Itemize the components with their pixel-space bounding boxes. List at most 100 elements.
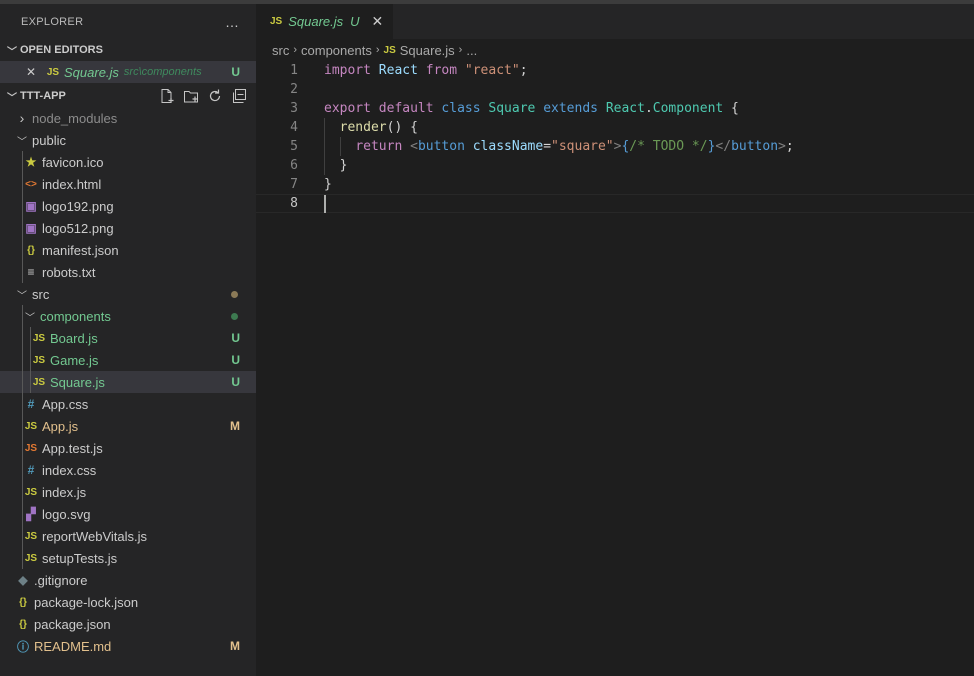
breadcrumb-file[interactable]: Square.js [400, 43, 455, 58]
code-token: Square [488, 101, 536, 116]
tree-item-label: manifest.json [42, 242, 119, 258]
git-modified-badge: M [230, 639, 240, 653]
tab-square-js[interactable]: JS Square.js U ✕ [256, 4, 394, 39]
tree-file[interactable]: JS Game.js U [0, 349, 256, 371]
tree-item-label: index.css [42, 462, 97, 478]
chevron-right-icon: › [458, 44, 463, 56]
tree-item-label: App.test.js [42, 440, 103, 456]
tree-folder[interactable]: ﹀ public [0, 129, 256, 151]
more-actions-icon[interactable]: … [225, 14, 240, 30]
open-editor-item[interactable]: ✕ JS Square.js src\components U [0, 61, 256, 83]
tree-file[interactable]: JS App.js M [0, 415, 256, 437]
chevron-down-icon: ﹀ [7, 92, 17, 104]
chevron-down-icon: ﹀ [25, 312, 35, 324]
open-editors-header[interactable]: ﹀ OPEN EDITORS [0, 39, 256, 61]
project-header[interactable]: ﹀ TTT-APP [0, 85, 256, 107]
git-untracked-badge: U [231, 331, 240, 345]
indent-guide [324, 118, 325, 175]
tree-file[interactable]: ▣ logo192.png [0, 195, 256, 217]
indent-guide [22, 151, 23, 173]
indent-guide [30, 349, 31, 371]
line-number: 2 [290, 82, 298, 97]
file-type-icon: ⓘ [16, 639, 29, 654]
tree-item-label: logo192.png [42, 198, 114, 214]
tab-bar: JS Square.js U ✕ [256, 4, 974, 39]
tree-file[interactable]: JS setupTests.js [0, 547, 256, 569]
tree-item-label: Game.js [50, 352, 99, 368]
collapse-all-icon[interactable] [230, 88, 248, 104]
code-token: = [543, 139, 552, 154]
tree-item-label: logo.svg [42, 506, 91, 522]
refresh-icon[interactable] [206, 88, 224, 104]
open-editor-name: Square.js [64, 64, 119, 80]
git-change-dot [231, 312, 238, 320]
code-token: </ [715, 139, 732, 154]
tree-folder[interactable]: ﹀ components [0, 305, 256, 327]
tree-item-label: Square.js [50, 374, 105, 390]
indent-guide [30, 371, 31, 393]
tree-file[interactable]: JS reportWebVitals.js [0, 525, 256, 547]
code-line: 2 [256, 80, 974, 99]
code-editor[interactable]: 1 import React from "react"; 2 3 export defa… [256, 61, 974, 213]
file-type-icon: {} [27, 244, 35, 256]
tree-file[interactable]: <> index.html [0, 173, 256, 195]
indent-guide [22, 239, 23, 261]
code-line: 6 } [256, 156, 974, 175]
chevron-right-icon: › [19, 110, 25, 126]
file-type-icon: # [27, 397, 35, 411]
tree-file[interactable]: JS index.js [0, 481, 256, 503]
new-folder-icon[interactable] [182, 88, 200, 104]
tree-file[interactable]: JS Square.js U [0, 371, 256, 393]
indent-guide [340, 137, 341, 156]
file-type-icon: JS [24, 530, 38, 542]
close-icon[interactable]: ✕ [372, 13, 384, 30]
breadcrumb-components[interactable]: components [301, 43, 372, 58]
tree-item-label: logo512.png [42, 220, 114, 236]
file-type-icon: JS [32, 354, 46, 366]
indent-guide [30, 327, 31, 349]
line-text: return <button className="square">{/* TO… [324, 137, 793, 156]
tree-file[interactable]: {} package.json [0, 613, 256, 635]
tree-folder[interactable]: ﹀ src [0, 283, 256, 305]
code-line: 4 render() { [256, 118, 974, 137]
indent-guide [22, 261, 23, 283]
code-token: className [472, 139, 544, 154]
tree-folder[interactable]: › node_modules [0, 107, 256, 129]
code-token: React [605, 101, 645, 116]
tree-file[interactable]: {} package-lock.json [0, 591, 256, 613]
new-file-icon[interactable] [158, 88, 176, 104]
file-type-icon: <> [25, 178, 37, 190]
indent-guide [22, 503, 23, 525]
tree-file[interactable]: ▞ logo.svg [0, 503, 256, 525]
breadcrumb-symbol[interactable]: ... [466, 43, 477, 58]
close-icon[interactable]: ✕ [26, 65, 38, 79]
tree-file[interactable]: # App.css [0, 393, 256, 415]
line-text: export default class Square extends Reac… [324, 99, 739, 118]
tree-file[interactable]: JS Board.js U [0, 327, 256, 349]
tree-file[interactable]: JS App.test.js [0, 437, 256, 459]
tree-file[interactable]: # index.css [0, 459, 256, 481]
code-token: /* TODO */ [629, 139, 708, 154]
open-editor-path: src\components [123, 66, 202, 78]
code-token: "square" [551, 139, 614, 154]
code-token: < [410, 139, 418, 154]
tree-file[interactable]: ◆ .gitignore [0, 569, 256, 591]
code-token: "react" [464, 63, 520, 78]
tab-label: Square.js [288, 14, 344, 29]
tree-file[interactable]: ≡ robots.txt [0, 261, 256, 283]
tree-file[interactable]: ▣ logo512.png [0, 217, 256, 239]
line-text: import React from "react"; [324, 61, 528, 80]
tree-file[interactable]: ⓘ README.md M [0, 635, 256, 657]
tree-file[interactable]: ★ favicon.ico [0, 151, 256, 173]
explorer-sidebar: EXPLORER … ﹀ OPEN EDITORS ✕ JS Square.js… [0, 4, 256, 676]
tree-item-label: README.md [34, 638, 112, 654]
file-type-icon: ≡ [27, 265, 35, 279]
line-number: 1 [290, 63, 298, 78]
js-file-icon: JS [270, 16, 283, 27]
chevron-down-icon: ﹀ [7, 46, 17, 58]
breadcrumb-src[interactable]: src [272, 43, 289, 58]
file-type-icon: # [27, 463, 35, 477]
project-actions [158, 88, 256, 104]
tree-file[interactable]: {} manifest.json [0, 239, 256, 261]
